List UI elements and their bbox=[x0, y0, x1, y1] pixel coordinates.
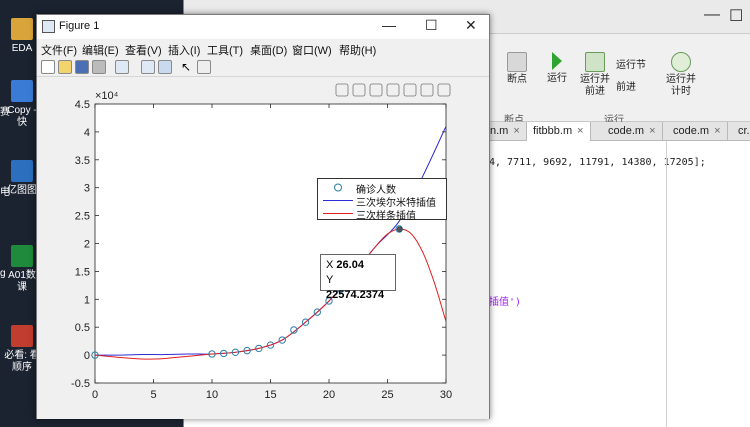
editor-tab[interactable]: cr. bbox=[732, 122, 750, 141]
pointer-icon[interactable]: ↖ bbox=[181, 60, 195, 74]
zoom-out-icon[interactable] bbox=[420, 83, 434, 97]
code-line: 4, 7711, 9692, 11791, 14380, 17205]; bbox=[489, 157, 706, 168]
link-plot-icon[interactable] bbox=[115, 60, 129, 74]
menu-item[interactable]: 文件(F) bbox=[41, 42, 77, 58]
datatip[interactable]: X 26.04 Y 22574.2374 bbox=[320, 254, 396, 301]
axes-box bbox=[94, 103, 447, 384]
breakpoint-icon bbox=[507, 52, 527, 72]
figure-title: Figure 1 bbox=[59, 20, 100, 32]
run-section-button[interactable]: 运行节 bbox=[616, 60, 666, 72]
chart[interactable]: 0 5 10 15 20 25 30-0.500.511.522.533.544.5×10⁴ bbox=[37, 78, 489, 419]
brush-icon[interactable] bbox=[352, 83, 366, 97]
data-cursor-icon[interactable] bbox=[369, 83, 383, 97]
y-tick-label: 2.5 bbox=[75, 211, 90, 223]
export-icon[interactable] bbox=[335, 83, 349, 97]
x-tick-label: 5 bbox=[150, 389, 156, 401]
desktop-icon-fragment: 电 bbox=[0, 187, 10, 198]
y-tick-label: 4.5 bbox=[75, 99, 90, 111]
y-tick-label: 2 bbox=[84, 239, 90, 251]
close-tab-icon[interactable]: × bbox=[577, 125, 583, 137]
app-icon bbox=[11, 160, 33, 182]
menu-item[interactable]: 插入(I) bbox=[168, 42, 200, 58]
menu-item[interactable]: 桌面(D) bbox=[250, 42, 287, 58]
x-tick-label: 20 bbox=[323, 389, 335, 401]
new-file-icon[interactable] bbox=[41, 60, 55, 74]
pan-icon[interactable] bbox=[386, 83, 400, 97]
close-tab-icon[interactable]: × bbox=[714, 125, 720, 137]
app-icon bbox=[11, 80, 33, 102]
home-icon[interactable] bbox=[437, 83, 451, 97]
minimize-icon[interactable]: — bbox=[704, 6, 720, 24]
y-tick-label: -0.5 bbox=[71, 378, 90, 390]
x-tick-label: 15 bbox=[264, 389, 276, 401]
desktop-icon-fragment: 赛 bbox=[0, 107, 10, 118]
menu-item[interactable]: 工具(T) bbox=[207, 42, 243, 58]
run-button[interactable]: 运行 bbox=[542, 52, 572, 85]
datatip-marker bbox=[396, 226, 403, 232]
save-icon[interactable] bbox=[75, 60, 89, 74]
legend-entry: 确诊人数 bbox=[318, 181, 446, 196]
zoom-in-icon[interactable] bbox=[403, 83, 417, 97]
y-tick-label: 3 bbox=[84, 183, 90, 195]
plot-area: 0 5 10 15 20 25 30 -0.5 0 0.5 1 1.5 2 2.5 3 3.5 4 4.5 ×10⁴… bbox=[37, 78, 489, 419]
legend-icon[interactable] bbox=[158, 60, 172, 74]
desktop-icon-fragment: g bbox=[0, 268, 6, 279]
close-tab-icon[interactable]: × bbox=[649, 125, 655, 137]
y-tick-label: 4 bbox=[84, 127, 90, 139]
legend-entry: 三次埃尔米特插值 bbox=[323, 198, 436, 209]
run-time-button[interactable]: 运行并 计时 bbox=[664, 52, 698, 98]
editor-tab[interactable]: code.m × bbox=[602, 122, 663, 141]
figure-menubar: 文件(F) 编辑(E) 查看(V) 插入(I) 工具(T) 桌面(D) 窗口(W) 帮助(H) bbox=[37, 39, 489, 57]
x-tick-label: 30 bbox=[440, 389, 452, 401]
menu-item[interactable]: 查看(V) bbox=[125, 42, 162, 58]
menu-item[interactable]: 帮助(H) bbox=[339, 42, 376, 58]
x-tick-label: 10 bbox=[206, 389, 218, 401]
y-exponent-label: ×10⁴ bbox=[95, 90, 119, 102]
maximize-icon[interactable]: ☐ bbox=[729, 6, 743, 26]
editor-tab[interactable]: code.m × bbox=[667, 122, 728, 141]
y-tick-label: 1.5 bbox=[75, 266, 90, 278]
run-advance-button[interactable]: 运行并 前进 bbox=[578, 52, 612, 98]
minimize-icon[interactable]: — bbox=[382, 17, 396, 33]
code-line: 插值') bbox=[489, 297, 522, 308]
y-tick-label: 0.5 bbox=[75, 322, 90, 334]
figure-toolbar: ↖ bbox=[37, 57, 489, 77]
menu-item[interactable]: 编辑(E) bbox=[82, 42, 119, 58]
app-icon bbox=[11, 325, 33, 347]
app-icon bbox=[11, 245, 33, 267]
datatip-y: Y 22574.2374 bbox=[326, 274, 385, 301]
close-tab-icon[interactable]: × bbox=[513, 125, 519, 137]
y-tick-label: 0 bbox=[84, 350, 90, 362]
breakpoint-button[interactable]: 断点 bbox=[502, 52, 532, 86]
print-icon[interactable] bbox=[92, 60, 106, 74]
figure-icon bbox=[42, 20, 55, 33]
x-tick-label: 25 bbox=[381, 389, 393, 401]
editor-tab[interactable]: fitbbb.m × bbox=[527, 122, 591, 141]
y-tick-label: 3.5 bbox=[75, 155, 90, 167]
property-editor-icon[interactable] bbox=[197, 60, 211, 74]
close-icon[interactable]: ✕ bbox=[465, 17, 477, 34]
run-icon bbox=[552, 52, 562, 70]
maximize-icon[interactable]: ☐ bbox=[425, 17, 438, 34]
run-advance-icon bbox=[585, 52, 605, 72]
colorbar-icon[interactable] bbox=[141, 60, 155, 74]
figure-titlebar: Figure 1 — ☐ ✕ bbox=[37, 15, 489, 39]
advance-button[interactable]: 前进 bbox=[616, 82, 666, 94]
open-folder-icon[interactable] bbox=[58, 60, 72, 74]
menu-item[interactable]: 窗口(W) bbox=[292, 42, 332, 58]
datatip-x: X 26.04 bbox=[326, 259, 364, 271]
x-tick-label: 0 bbox=[92, 389, 98, 401]
app-icon bbox=[11, 18, 33, 40]
editor-margin-line bbox=[666, 141, 667, 427]
editor-tab[interactable]: n.m × bbox=[484, 122, 527, 141]
legend-entry: 三次样条插值 bbox=[323, 211, 416, 222]
stopwatch-icon bbox=[671, 52, 691, 72]
figure-window: Figure 1 — ☐ ✕ 文件(F) 编辑(E) 查看(V) 插入(I) 工具(T)… bbox=[36, 14, 490, 419]
y-tick-label: 1 bbox=[84, 294, 90, 306]
legend[interactable]: 确诊人数 三次埃尔米特插值 三次样条插值 bbox=[317, 178, 447, 222]
